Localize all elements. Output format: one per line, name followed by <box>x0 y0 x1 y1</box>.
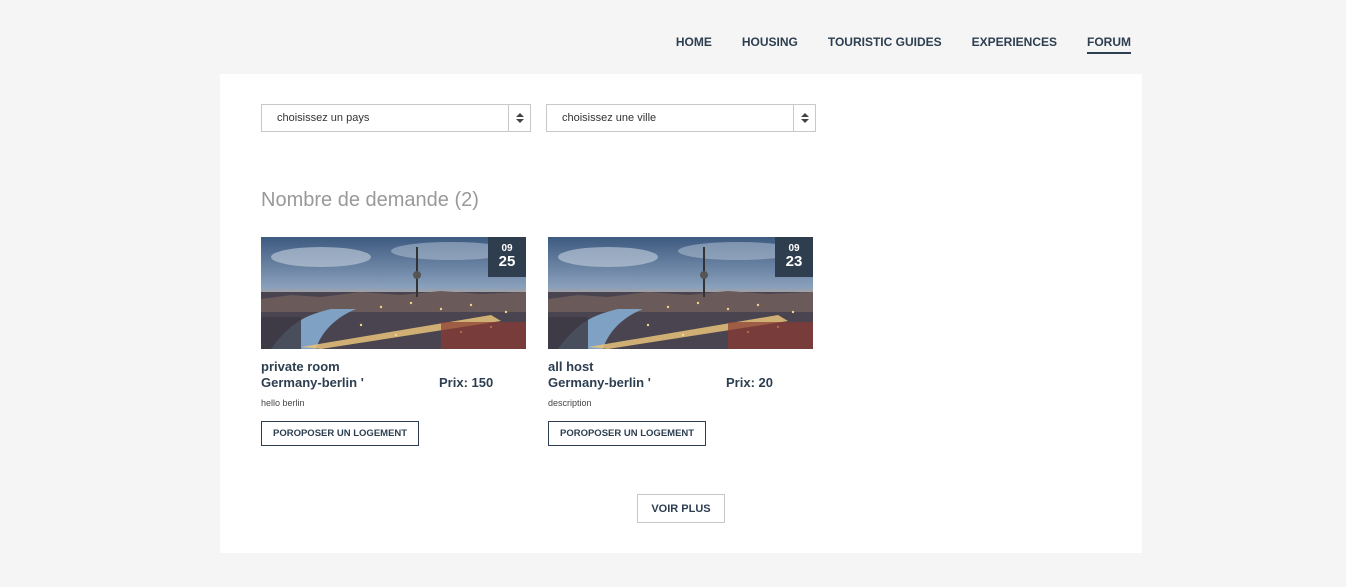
card-price: Prix: 20 <box>726 375 773 390</box>
card-description: description <box>548 398 592 408</box>
date-badge: 09 25 <box>488 237 526 277</box>
city-photo[interactable]: 09 25 <box>261 237 526 349</box>
nav-housing[interactable]: HOUSING <box>742 35 798 54</box>
content-panel: choisissez un pays choisissez une ville … <box>220 74 1142 553</box>
card-title: private room <box>261 359 340 374</box>
request-card: 09 25 private room Germany-berlin ' Prix… <box>261 237 526 446</box>
city-select[interactable]: choisissez une ville <box>546 104 816 132</box>
date-badge: 09 23 <box>775 237 813 277</box>
propose-housing-button[interactable]: POROPOSER UN LOGEMENT <box>548 421 707 446</box>
card-title: all host <box>548 359 594 374</box>
nav-experiences[interactable]: EXPERIENCES <box>972 35 1057 54</box>
select-arrows-icon <box>793 105 815 131</box>
card-description: hello berlin <box>261 398 305 408</box>
card-location: Germany-berlin ' <box>548 375 651 390</box>
city-select-value: choisissez une ville <box>562 112 657 124</box>
see-more-button[interactable]: VOIR PLUS <box>637 494 725 523</box>
nav-home[interactable]: HOME <box>676 35 712 54</box>
country-select[interactable]: choisissez un pays <box>261 104 531 132</box>
card-location: Germany-berlin ' <box>261 375 364 390</box>
date-month: 09 <box>788 243 800 254</box>
nav-touristic-guides[interactable]: TOURISTIC GUIDES <box>828 35 942 54</box>
main-nav: HOME HOUSING TOURISTIC GUIDES EXPERIENCE… <box>676 35 1131 54</box>
country-select-value: choisissez un pays <box>277 112 370 124</box>
date-day: 25 <box>498 253 516 270</box>
request-card: 09 23 all host Germany-berlin ' Prix: 20… <box>548 237 813 446</box>
date-month: 09 <box>501 243 513 254</box>
propose-housing-button[interactable]: POROPOSER UN LOGEMENT <box>261 421 420 446</box>
nav-forum[interactable]: FORUM <box>1087 35 1131 54</box>
city-photo[interactable]: 09 23 <box>548 237 813 349</box>
date-day: 23 <box>785 253 803 270</box>
select-arrows-icon <box>508 105 530 131</box>
card-price: Prix: 150 <box>439 375 494 390</box>
results-heading: Nombre de demande (2) <box>261 189 479 211</box>
